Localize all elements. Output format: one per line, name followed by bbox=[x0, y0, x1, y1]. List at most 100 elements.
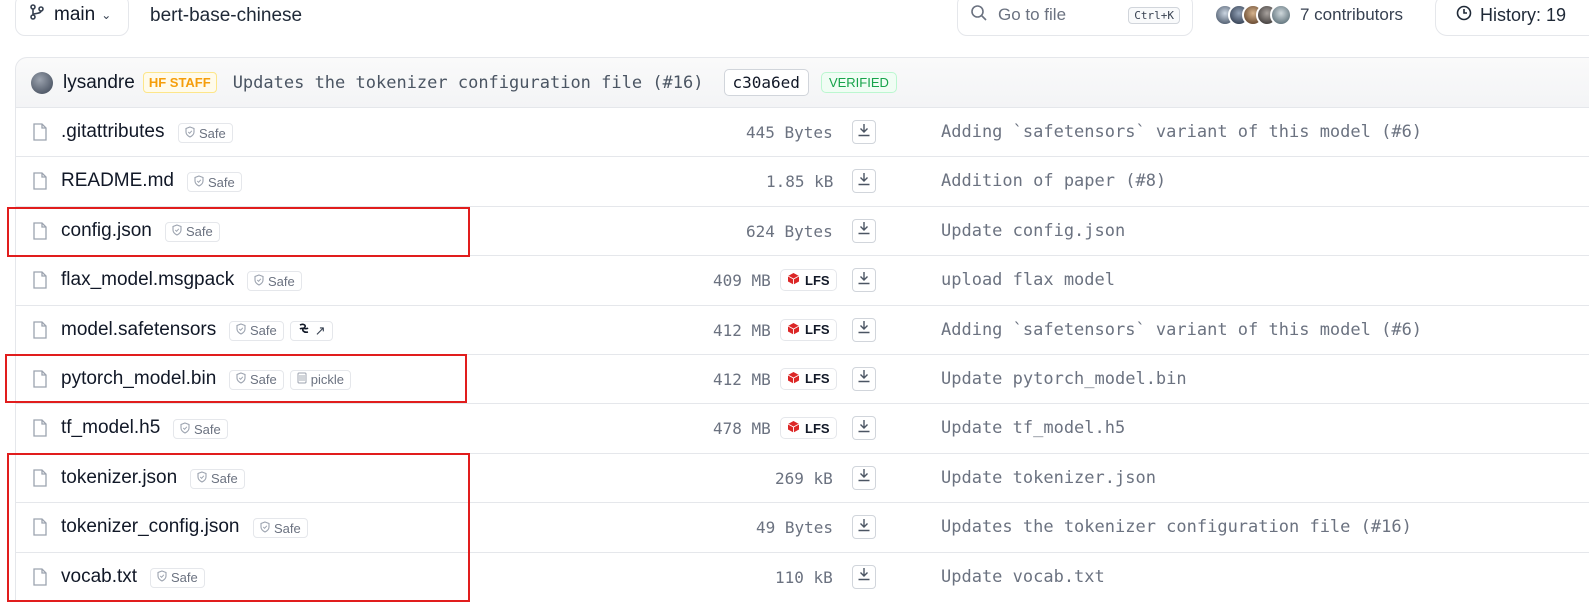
file-size: 110 kB bbox=[775, 567, 833, 587]
history-button[interactable]: History: 19 bbox=[1435, 0, 1589, 36]
shield-icon bbox=[236, 323, 246, 338]
shield-icon bbox=[194, 175, 204, 190]
history-label: History: 19 bbox=[1480, 4, 1567, 25]
commit-message[interactable]: Update tokenizer.json bbox=[941, 468, 1156, 488]
safe-label: Safe bbox=[199, 125, 226, 141]
lfs-icon bbox=[787, 420, 800, 436]
safe-badge[interactable]: Safe bbox=[247, 271, 302, 292]
safe-badge[interactable]: Safe bbox=[173, 419, 228, 440]
shield-icon bbox=[180, 422, 190, 437]
file-size: 412 MB bbox=[713, 369, 771, 389]
commit-message[interactable]: Update pytorch_model.bin bbox=[941, 369, 1187, 389]
file-name[interactable]: .gitattributes bbox=[61, 121, 165, 143]
contributors-label: 7 contributors bbox=[1300, 5, 1403, 24]
verified-badge: VERIFIED bbox=[820, 72, 897, 93]
download-button[interactable] bbox=[852, 465, 876, 490]
lfs-icon bbox=[787, 322, 800, 338]
download-button[interactable] bbox=[852, 169, 876, 194]
file-row[interactable]: tf_model.h5 Safe 478 MB Update tf_model.… bbox=[16, 403, 1589, 452]
lfs-badge[interactable]: LFS bbox=[780, 417, 837, 440]
clock-icon bbox=[1456, 5, 1472, 26]
commit-author[interactable]: lysandre bbox=[63, 72, 135, 94]
download-button[interactable] bbox=[852, 564, 876, 589]
contributors[interactable]: 7 contributors bbox=[1214, 4, 1403, 26]
commit-message[interactable]: Update tf_model.h5 bbox=[941, 418, 1125, 438]
download-icon bbox=[857, 518, 871, 537]
avatar bbox=[1270, 4, 1292, 26]
commit-message[interactable]: Updates the tokenizer configuration file… bbox=[941, 517, 1412, 537]
download-icon bbox=[857, 271, 871, 290]
file-name[interactable]: tf_model.h5 bbox=[61, 417, 160, 439]
download-button[interactable] bbox=[852, 416, 876, 441]
commit-hash[interactable]: c30a6ed bbox=[723, 69, 809, 96]
file-name[interactable]: flax_model.msgpack bbox=[61, 269, 234, 291]
shield-icon bbox=[185, 125, 195, 141]
download-button[interactable] bbox=[852, 317, 876, 342]
download-icon bbox=[857, 567, 871, 586]
highlight-box bbox=[7, 453, 470, 602]
download-icon bbox=[857, 468, 871, 487]
commit-message[interactable]: Update config.json bbox=[941, 221, 1125, 241]
file-size: 624 Bytes bbox=[746, 221, 833, 241]
safe-badge[interactable]: Safe bbox=[229, 320, 284, 341]
file-size: 478 MB bbox=[713, 419, 771, 439]
file-size: 409 MB bbox=[713, 271, 771, 291]
lfs-label: LFS bbox=[805, 322, 830, 338]
file-row[interactable]: README.md Safe 1.85 kB Addition of paper… bbox=[16, 156, 1589, 205]
file-icon bbox=[33, 123, 47, 146]
contributor-avatars bbox=[1214, 4, 1292, 26]
safetensors-viewer-button[interactable]: ↗ bbox=[289, 320, 333, 341]
file-icon bbox=[33, 419, 47, 442]
commit-message[interactable]: Addition of paper (#8) bbox=[941, 171, 1166, 191]
download-button[interactable] bbox=[852, 515, 876, 540]
commit-message[interactable]: Updates the tokenizer configuration file… bbox=[233, 73, 704, 93]
avatar[interactable] bbox=[31, 71, 53, 94]
lfs-icon bbox=[787, 272, 800, 288]
download-icon bbox=[857, 369, 871, 388]
commit-message[interactable]: upload flax model bbox=[941, 270, 1115, 290]
commit-message[interactable]: Update vocab.txt bbox=[941, 567, 1105, 587]
file-size: 269 kB bbox=[775, 468, 833, 488]
download-button[interactable] bbox=[852, 268, 876, 293]
file-name[interactable]: model.safetensors bbox=[61, 319, 216, 341]
lfs-badge[interactable]: LFS bbox=[780, 367, 837, 390]
safe-label: Safe bbox=[250, 323, 277, 339]
file-row[interactable]: .gitattributes Safe 445 Bytes Adding `sa… bbox=[16, 107, 1589, 156]
download-button[interactable] bbox=[852, 366, 876, 391]
file-tags: Safe bbox=[187, 172, 242, 193]
file-row[interactable]: flax_model.msgpack Safe 409 MB upload fl… bbox=[16, 255, 1589, 304]
download-icon bbox=[857, 172, 871, 191]
top-bar: main ⌄ bert-base-chinese Go to file Ctrl… bbox=[0, 0, 1589, 40]
commit-message[interactable]: Adding `safetensors` variant of this mod… bbox=[941, 320, 1422, 340]
branch-selector[interactable]: main ⌄ bbox=[15, 0, 129, 36]
lfs-label: LFS bbox=[805, 371, 830, 387]
lfs-badge[interactable]: LFS bbox=[780, 269, 837, 292]
external-link-icon: ↗ bbox=[314, 322, 326, 338]
file-row[interactable]: model.safetensors Safe ↗ 412 MB Adding `… bbox=[16, 304, 1589, 354]
safe-badge[interactable]: Safe bbox=[187, 172, 242, 193]
go-to-file-search[interactable]: Go to file Ctrl+K bbox=[957, 0, 1193, 36]
file-icon bbox=[33, 271, 47, 294]
highlight-box bbox=[7, 207, 470, 257]
download-button[interactable] bbox=[852, 218, 876, 243]
download-icon bbox=[857, 320, 871, 339]
search-shortcut: Ctrl+K bbox=[1128, 6, 1180, 24]
commit-message[interactable]: Adding `safetensors` variant of this mod… bbox=[941, 122, 1422, 142]
file-icon bbox=[33, 320, 47, 344]
safetensors-icon bbox=[297, 323, 311, 338]
safe-label: Safe bbox=[208, 174, 235, 190]
file-name[interactable]: README.md bbox=[61, 170, 174, 192]
staff-badge: HF STAFF bbox=[142, 72, 217, 93]
file-size: 49 Bytes bbox=[756, 518, 834, 538]
file-size: 1.85 kB bbox=[766, 172, 834, 192]
branch-icon bbox=[30, 4, 44, 26]
download-button[interactable] bbox=[852, 120, 876, 144]
search-placeholder: Go to file bbox=[998, 5, 1067, 24]
repo-name: bert-base-chinese bbox=[150, 5, 303, 26]
file-tags: Safe bbox=[178, 123, 233, 143]
download-icon bbox=[857, 221, 871, 240]
lfs-icon bbox=[787, 371, 800, 387]
chevron-down-icon: ⌄ bbox=[101, 8, 112, 22]
lfs-badge[interactable]: LFS bbox=[780, 318, 837, 341]
safe-badge[interactable]: Safe bbox=[178, 123, 233, 143]
